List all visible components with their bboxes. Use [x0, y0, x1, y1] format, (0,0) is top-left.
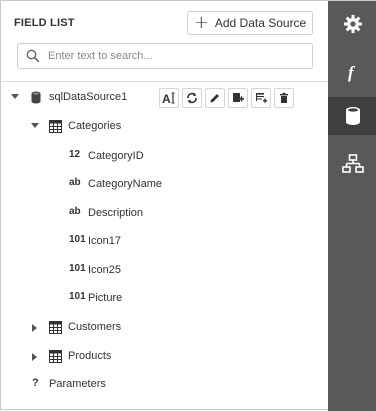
field-list-database-icon: [345, 107, 360, 125]
expand-arrow-icon[interactable]: [32, 324, 37, 332]
tree-row-field[interactable]: ab Description: [1, 201, 328, 227]
tree-row-parameters[interactable]: ? Parameters: [1, 372, 328, 398]
svg-text:A: A: [162, 92, 171, 104]
tree-row-field[interactable]: 101 Icon17: [1, 229, 328, 255]
report-explorer-hierarchy-icon: [341, 154, 364, 173]
string-type-icon: ab: [69, 177, 81, 188]
refresh-icon: [187, 92, 197, 104]
tree-row-customers[interactable]: Customers: [1, 315, 328, 341]
table-icon: [49, 321, 62, 334]
tab-properties[interactable]: [328, 5, 376, 43]
tree-row-products[interactable]: Products: [1, 344, 328, 370]
datasource-toolbar: A: [159, 88, 294, 108]
svg-text:f: f: [348, 63, 356, 82]
table-icon: [49, 350, 62, 363]
edit-button[interactable]: [205, 88, 225, 108]
plus-icon: +: [193, 12, 209, 33]
tree-row-field[interactable]: 101 Picture: [1, 286, 328, 312]
field-label: Description: [88, 207, 144, 219]
field-label: CategoryName: [88, 178, 162, 190]
delete-icon: [280, 92, 288, 103]
tab-field-list[interactable]: [328, 97, 376, 135]
categories-label: Categories: [68, 120, 122, 132]
binary-type-icon: 101: [69, 291, 86, 302]
string-type-icon: ab: [69, 206, 81, 217]
binary-type-icon: 101: [69, 234, 86, 245]
field-list-window: FIELD LIST + Add Data Source sqlDat: [0, 0, 376, 411]
integer-type-icon: 12: [69, 149, 81, 160]
datasource-label: sqlDataSource1: [49, 91, 128, 103]
delete-button[interactable]: [274, 88, 294, 108]
add-query-button[interactable]: [228, 88, 248, 108]
tab-report-explorer[interactable]: [328, 145, 376, 183]
header-divider: [1, 81, 328, 82]
refresh-button[interactable]: [182, 88, 202, 108]
table-icon: [49, 120, 62, 133]
parameters-label: Parameters: [49, 378, 106, 390]
tab-expressions[interactable]: f: [328, 53, 376, 91]
search-box[interactable]: [17, 43, 313, 69]
parameters-question-icon: ?: [32, 377, 39, 389]
settings-gear-icon: [343, 15, 362, 33]
rename-button[interactable]: A: [159, 88, 179, 108]
tree-row-field[interactable]: 101 Icon25: [1, 258, 328, 284]
add-query-icon: [233, 93, 244, 102]
binary-type-icon: 101: [69, 263, 86, 274]
panel-header: FIELD LIST + Add Data Source: [13, 11, 315, 35]
field-label: Picture: [88, 292, 123, 304]
field-label: Icon25: [88, 264, 122, 276]
add-calculated-field-icon: [256, 93, 267, 103]
search-input[interactable]: [48, 47, 306, 65]
tree-row-field[interactable]: 12 CategoryID: [1, 144, 328, 170]
expand-arrow-icon[interactable]: [32, 353, 37, 361]
customers-label: Customers: [68, 321, 122, 333]
add-data-source-button[interactable]: + Add Data Source: [187, 11, 313, 35]
field-list-panel: FIELD LIST + Add Data Source sqlDat: [1, 1, 328, 411]
tree-row-field[interactable]: ab CategoryName: [1, 172, 328, 198]
rename-icon: A: [162, 92, 175, 104]
database-icon: [31, 91, 41, 104]
collapse-arrow-icon[interactable]: [31, 123, 39, 128]
tree-row-categories[interactable]: Categories: [1, 114, 328, 140]
expressions-function-icon: f: [348, 63, 356, 82]
right-sidebar: f: [328, 1, 376, 411]
add-data-source-label: Add Data Source: [214, 16, 307, 30]
products-label: Products: [68, 350, 112, 362]
edit-icon: [210, 94, 219, 103]
collapse-arrow-icon[interactable]: [11, 94, 19, 99]
field-label: CategoryID: [88, 150, 144, 162]
search-icon: [26, 49, 40, 63]
field-label: Icon17: [88, 235, 122, 247]
add-calculated-field-button[interactable]: [251, 88, 271, 108]
panel-title: FIELD LIST: [14, 17, 75, 29]
